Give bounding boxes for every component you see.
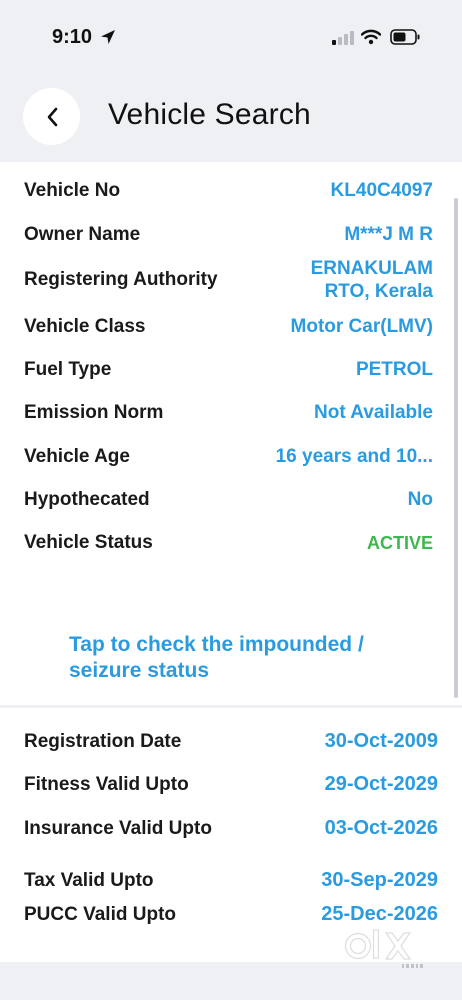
- status-time: 9:10: [52, 26, 93, 48]
- detail-value: M***J M R: [344, 224, 433, 245]
- validity-label: Tax Valid Upto: [24, 870, 154, 891]
- vehicle-details-card: Vehicle No KL40C4097 Owner Name M***J M …: [0, 162, 462, 705]
- validity-label: Fitness Valid Upto: [24, 774, 189, 795]
- detail-value: KL40C4097: [330, 180, 433, 201]
- detail-label: Vehicle Class: [24, 316, 146, 337]
- detail-value: No: [407, 489, 433, 510]
- detail-label: Registering Authority: [24, 269, 218, 290]
- detail-label: Hypothecated: [24, 489, 150, 510]
- validity-value: 30-Sep-2029: [321, 869, 438, 891]
- validity-value: 30-Oct-2009: [324, 730, 438, 752]
- chevron-left-icon: [47, 107, 57, 126]
- validity-label: Insurance Valid Upto: [24, 818, 212, 839]
- olx-watermark-logo: [344, 929, 423, 968]
- back-button[interactable]: [23, 88, 80, 145]
- detail-label: Vehicle No: [24, 180, 121, 201]
- detail-label: Owner Name: [24, 224, 141, 245]
- validity-value: 29-Oct-2029: [324, 773, 438, 795]
- detail-value: Motor Car(LMV): [290, 316, 433, 337]
- location-arrow-icon: [101, 30, 115, 44]
- detail-value: PETROL: [355, 359, 433, 380]
- detail-value: Not Available: [314, 402, 433, 423]
- status-bar: 9:10: [0, 0, 462, 72]
- detail-label: Emission Norm: [24, 402, 164, 423]
- validity-value: 25-Dec-2026: [321, 903, 438, 925]
- detail-label: Fuel Type: [24, 359, 112, 380]
- detail-label: Vehicle Status: [24, 532, 153, 553]
- scrollbar[interactable]: [454, 198, 458, 698]
- validity-details-card: Registration Date 30-Oct-2009 Fitness Va…: [0, 708, 462, 962]
- validity-label: Registration Date: [24, 731, 182, 752]
- impound-status-link[interactable]: Tap to check the impounded / seizure sta…: [69, 632, 409, 684]
- status-badge: ACTIVE: [366, 533, 433, 553]
- detail-value: ERNAKULAM RTO, Kerala: [310, 258, 433, 302]
- validity-value: 03-Oct-2026: [324, 817, 438, 839]
- battery-icon: [390, 29, 420, 45]
- detail-value: 16 years and 10...: [275, 446, 433, 467]
- detail-label: Vehicle Age: [24, 446, 130, 467]
- cellular-signal-icon: [332, 30, 354, 45]
- page-title: Vehicle Search: [108, 98, 311, 131]
- validity-label: PUCC Valid Upto: [24, 904, 177, 925]
- wifi-icon: [361, 29, 381, 45]
